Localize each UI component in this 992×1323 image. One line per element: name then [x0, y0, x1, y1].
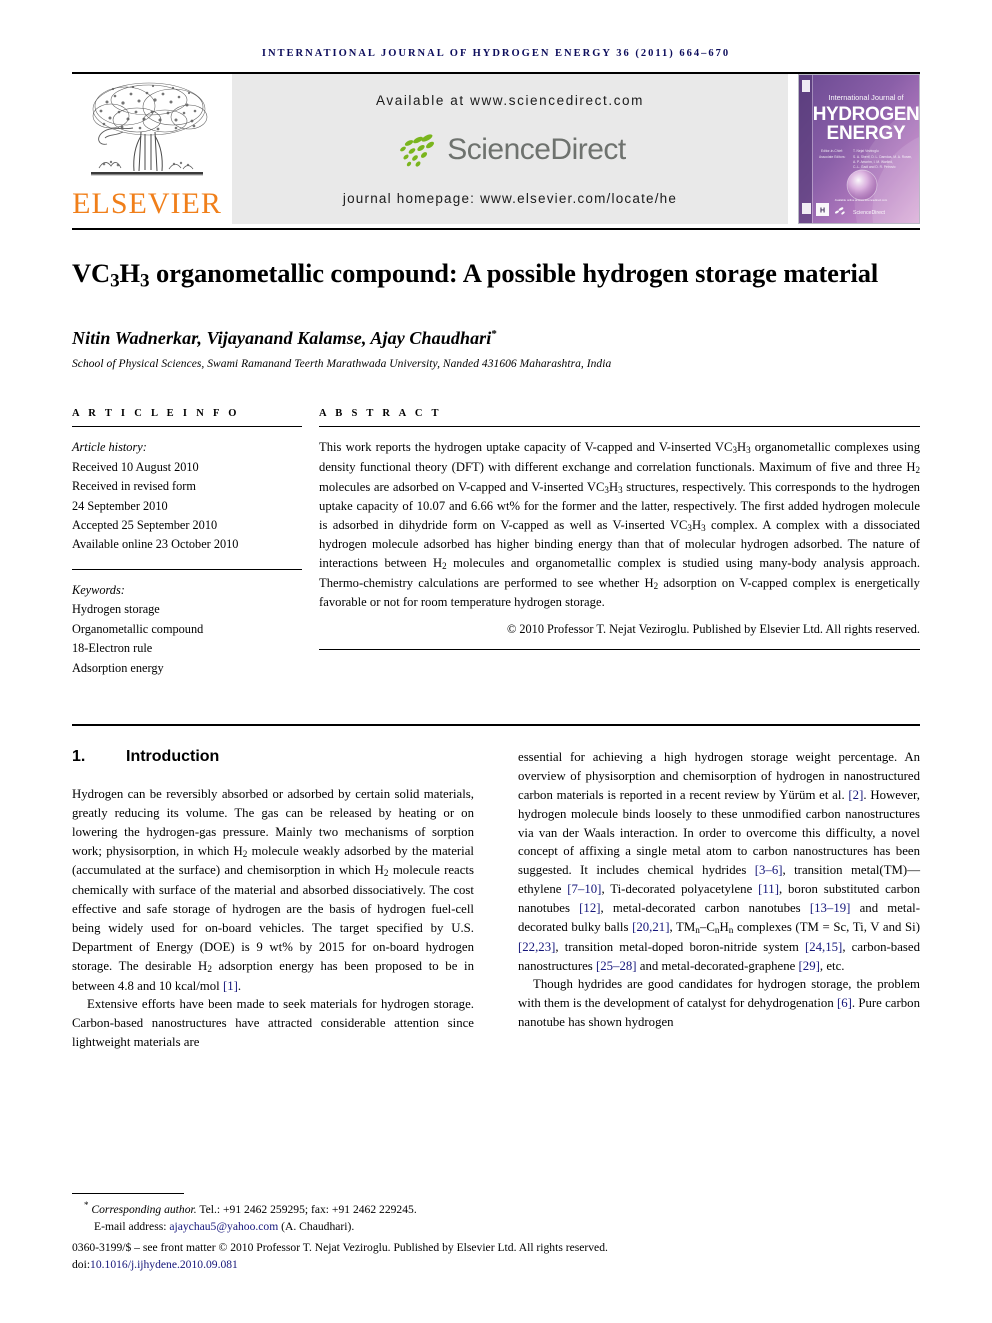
reference-link[interactable]: [3–6]: [755, 863, 783, 877]
keyword-item: 18-Electron rule: [72, 641, 153, 656]
reference-link[interactable]: [6]: [837, 996, 852, 1010]
affiliation: School of Physical Sciences, Swami Raman…: [72, 358, 612, 371]
svg-text:HYDROGEN: HYDROGEN: [813, 104, 919, 125]
svg-text:S. A. Sherif, D. L. Damdas, M.: S. A. Sherif, D. L. Damdas, M. A. Rosen,: [853, 155, 912, 159]
author-list: Nitin Wadnerkar, Vijayanand Kalamse, Aja…: [72, 328, 920, 349]
masthead: ELSEVIER Available at www.sciencedirect.…: [72, 74, 920, 224]
sciencedirect-wordmark: ScienceDirect: [447, 132, 626, 166]
section-heading-introduction: 1. Introduction: [72, 748, 474, 766]
reference-link[interactable]: [2]: [848, 788, 863, 802]
abstract-heading: A B S T R A C T: [319, 408, 442, 420]
reference-link[interactable]: [20,21]: [632, 920, 669, 934]
reference-link[interactable]: [7–10]: [567, 882, 601, 896]
title-sub-1: 3: [110, 270, 120, 292]
available-at-text: Available at www.sciencedirect.com: [376, 93, 644, 108]
author-names: Nitin Wadnerkar, Vijayanand Kalamse, Aja…: [72, 328, 492, 349]
footnote-star: *: [84, 1200, 89, 1211]
issn-copyright-line: 0360-3199/$ – see front matter © 2010 Pr…: [72, 1241, 608, 1255]
article-history-label: Article history:: [72, 440, 147, 455]
reference-link[interactable]: [11]: [758, 882, 779, 896]
reference-link[interactable]: [1]: [223, 979, 238, 993]
svg-text:T. Nejat Veziroglu: T. Nejat Veziroglu: [853, 149, 879, 153]
svg-text:Associate Editors:: Associate Editors:: [819, 155, 845, 159]
keyword-item: Adsorption energy: [72, 660, 164, 675]
reference-link[interactable]: [12]: [579, 901, 600, 915]
journal-homepage-text: journal homepage: www.elsevier.com/locat…: [342, 191, 678, 206]
email-owner: (A. Chaudhari).: [281, 1220, 355, 1234]
section-number: 1.: [72, 748, 86, 766]
body-columns: 1. Introduction Hydrogen can be reversib…: [72, 748, 920, 1052]
svg-text:H: H: [820, 208, 825, 215]
paragraph: Hydrogen can be reversibly absorbed or a…: [72, 787, 474, 993]
page-title: VC3H3 organometallic compound: A possibl…: [72, 258, 879, 292]
history-item: 24 September 2010: [72, 498, 168, 513]
corresponding-author-label: Corresponding author.: [91, 1203, 197, 1217]
article-info-column: A R T I C L E I N F O Article history: R…: [72, 408, 302, 678]
abstract-end-rule: [319, 648, 920, 650]
paragraph: essential for achieving a high hydrogen …: [518, 750, 921, 973]
reference-link[interactable]: [22,23]: [518, 940, 555, 954]
history-item: Available online 23 October 2010: [72, 537, 239, 552]
history-item: Received 10 August 2010: [72, 459, 199, 474]
keyword-item: Hydrogen storage: [72, 602, 160, 617]
running-head: INTERNATIONAL JOURNAL OF HYDROGEN ENERGY…: [261, 48, 731, 59]
svg-text:Available online at www.scienc: Available online at www.sciencedirect.co…: [835, 198, 888, 202]
email-note: E-mail address: ajaychau5@yahoo.com (A. …: [72, 1219, 632, 1236]
svg-text:Editor-in-Chief:: Editor-in-Chief:: [821, 149, 843, 153]
corresponding-author-marker: *: [491, 328, 497, 341]
masthead-rule: [72, 228, 920, 230]
history-item: Accepted 25 September 2010: [72, 518, 218, 533]
journal-cover-thumbnail: International Journal of HYDROGEN ENERGY…: [798, 74, 920, 224]
sciencedirect-logo: ScienceDirect: [394, 133, 626, 167]
title-sub-2: 3: [140, 270, 150, 292]
body-column-left: 1. Introduction Hydrogen can be reversib…: [72, 748, 474, 1052]
article-info-rule: [72, 426, 302, 428]
doi-line: doi:10.1016/j.ijhydene.2010.09.081: [72, 1257, 632, 1274]
cover-artwork: International Journal of HYDROGEN ENERGY…: [799, 75, 919, 223]
section-title: Introduction: [126, 748, 220, 766]
body-top-rule: [72, 724, 920, 727]
abstract-copyright: © 2010 Professor T. Nejat Veziroglu. Pub…: [506, 621, 920, 636]
abstract-rule: [319, 426, 920, 428]
corresponding-author-contact: Tel.: +91 2462 259295; fax: +91 2462 229…: [199, 1203, 417, 1217]
info-abstract-block: A R T I C L E I N F O Article history: R…: [72, 408, 920, 678]
elsevier-tree-icon: [77, 76, 217, 188]
paragraph: Extensive efforts have been made to seek…: [72, 997, 474, 1050]
footnote-rule: [72, 1193, 184, 1195]
doi-link[interactable]: 10.1016/j.ijhydene.2010.09.081: [90, 1258, 238, 1271]
doi-label: doi:: [72, 1258, 91, 1272]
keyword-item: Organometallic compound: [72, 621, 204, 636]
article-history: Article history: Received 10 August 2010…: [72, 438, 302, 555]
email-link[interactable]: ajaychau5@yahoo.com: [169, 1220, 278, 1233]
keywords: Keywords: Hydrogen storage Organometalli…: [72, 581, 302, 678]
svg-text:A. P. Amorim, I. M. Warlind,: A. P. Amorim, I. M. Warlind,: [853, 160, 893, 164]
corresponding-author-note: * Corresponding author. Tel.: +91 2462 2…: [72, 1199, 632, 1219]
sciencedirect-banner: Available at www.sciencedirect.com Scien…: [232, 74, 788, 224]
svg-text:C.-L. Gadi and D. R. Petrovic: C.-L. Gadi and D. R. Petrovic: [853, 165, 896, 169]
abstract-column: A B S T R A C T This work reports the hy…: [319, 408, 920, 678]
page-footnote: * Corresponding author. Tel.: +91 2462 2…: [72, 1193, 632, 1274]
abstract-text: This work reports the hydrogen uptake ca…: [319, 440, 921, 610]
article-info-heading: A R T I C L E I N F O: [72, 408, 240, 420]
keywords-label: Keywords:: [72, 582, 125, 597]
svg-text:ScienceDirect: ScienceDirect: [853, 210, 886, 216]
svg-text:International Journal of: International Journal of: [828, 93, 904, 102]
elsevier-wordmark: ELSEVIER: [72, 187, 222, 220]
sciencedirect-leaves-icon: [400, 133, 435, 167]
elsevier-logo: ELSEVIER: [72, 74, 222, 224]
reference-link[interactable]: [29]: [799, 959, 820, 973]
reference-link[interactable]: [13–19]: [810, 901, 851, 915]
reference-link[interactable]: [24,15]: [805, 940, 842, 954]
reference-link[interactable]: [25–28]: [596, 959, 637, 973]
journal-article-page: INTERNATIONAL JOURNAL OF HYDROGEN ENERGY…: [0, 0, 992, 1323]
body-column-right: essential for achieving a high hydrogen …: [518, 748, 920, 1052]
history-item: Received in revised form: [72, 479, 196, 494]
paragraph: Though hydrides are good candidates for …: [518, 977, 920, 1030]
email-label: E-mail address:: [94, 1220, 167, 1234]
keywords-rule: [72, 568, 302, 570]
svg-text:ENERGY: ENERGY: [826, 123, 906, 144]
